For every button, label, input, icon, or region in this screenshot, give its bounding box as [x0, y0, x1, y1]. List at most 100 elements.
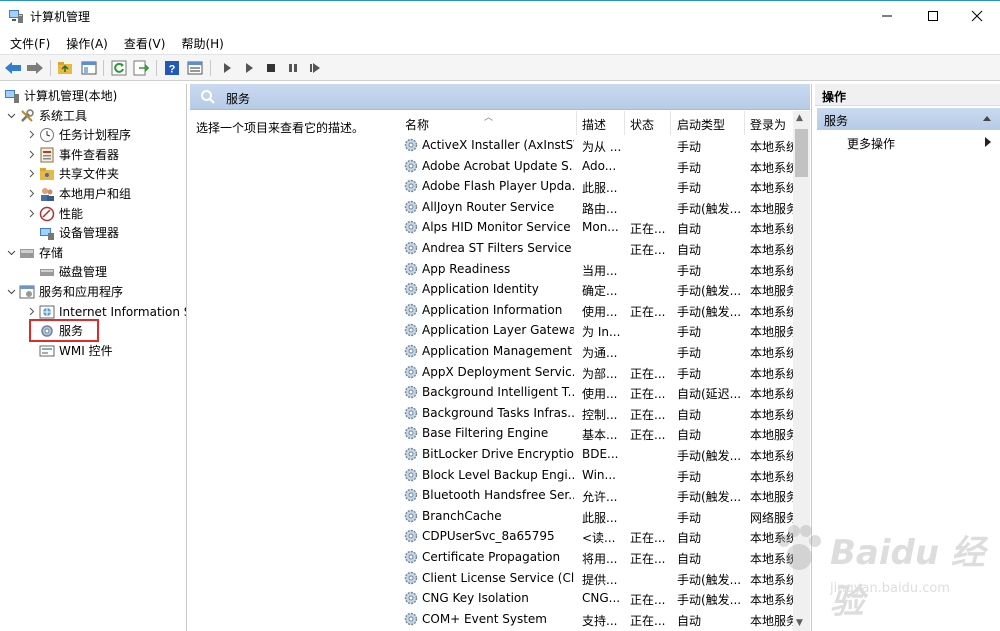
table-row[interactable]: Block Level Backup Engi... Win... 手动 本地系统 — [398, 465, 798, 486]
table-row[interactable]: Adobe Acrobat Update S... Ado... 手动 本地系统 — [398, 156, 798, 177]
minimize-button[interactable] — [864, 1, 910, 31]
scroll-up-icon[interactable]: ▲ — [796, 113, 803, 123]
table-row[interactable]: App Readiness 当用... 手动 本地系统 — [398, 259, 798, 280]
table-row[interactable]: Client License Service (Cli... 提供... 手动(触发… — [398, 568, 798, 589]
service-status: 正在... — [630, 593, 666, 608]
properties-icon[interactable] — [186, 59, 204, 77]
column-header-description[interactable]: 描述 — [582, 116, 606, 133]
tree-label-services-apps: 服务和应用程序 — [39, 285, 124, 299]
export-list-icon[interactable] — [132, 59, 150, 77]
service-logon-as: 本地服务 — [750, 490, 798, 505]
table-row[interactable]: Background Intelligent T... 使用... 正在... 自动(… — [398, 382, 798, 403]
menu-help[interactable]: 帮助(H) — [181, 32, 223, 53]
help-icon[interactable]: ? — [163, 59, 181, 77]
table-row[interactable]: COM+ Event System 支持... 正在... 自动 本地服务 — [398, 609, 798, 630]
service-name: CDPUserSvc_8a65795 — [422, 529, 555, 544]
tree-item-services-apps[interactable]: 服务和应用程序 — [6, 282, 123, 301]
table-row[interactable]: Adobe Flash Player Upda... 此服... 手动 本地系统 — [398, 176, 798, 197]
collapse-up-icon[interactable] — [982, 114, 992, 122]
tree-item-storage[interactable]: 存储 — [6, 243, 63, 262]
table-row[interactable]: BranchCache 此服... 手动 网络服务 — [398, 506, 798, 527]
scroll-down-icon[interactable]: ▼ — [796, 618, 803, 628]
column-header-logon-as[interactable]: 登录为 — [750, 116, 786, 133]
column-header-startup-type[interactable]: 启动类型 — [677, 116, 725, 133]
show-hide-tree-icon[interactable] — [80, 59, 98, 77]
table-row[interactable]: Application Identity 确定... 手动(触发... 本地服务 — [398, 279, 798, 300]
up-folder-icon[interactable] — [56, 59, 74, 77]
disk-icon — [40, 268, 54, 276]
service-startup-type: 手动 — [677, 263, 702, 278]
chevron-right-icon[interactable] — [26, 130, 36, 140]
restart-icon[interactable] — [306, 59, 324, 77]
tree-item-system-tools[interactable]: 系统工具 — [6, 106, 87, 125]
service-gear-icon — [404, 571, 418, 584]
back-arrow-icon[interactable] — [4, 59, 22, 77]
menu-view[interactable]: 查看(V) — [124, 32, 166, 53]
tree-item-root[interactable]: 计算机管理(本地) — [4, 86, 117, 105]
play-icon[interactable] — [218, 59, 236, 77]
tree-item-wmi[interactable]: WMI 控件 — [39, 341, 113, 360]
table-row[interactable]: Application Layer Gatewa... 为 In... 手动 本地服务 — [398, 320, 798, 341]
more-actions-item[interactable]: 更多操作 — [847, 135, 895, 152]
menu-file[interactable]: 文件(F) — [10, 32, 50, 53]
table-row[interactable]: AppX Deployment Servic... 为部... 正在... 手动 本地系… — [398, 362, 798, 383]
service-gear-icon — [404, 427, 418, 440]
table-row[interactable]: Bluetooth Handsfree Ser... 允许... 手动(触发... 本… — [398, 485, 798, 506]
menu-bar: 文件(F) 操作(A) 查看(V) 帮助(H) — [0, 32, 1000, 53]
service-status: 正在... — [630, 407, 666, 422]
maximize-button[interactable] — [910, 1, 956, 31]
tree-item-event-viewer[interactable]: 事件查看器 — [26, 145, 119, 164]
list-header: ︿ 名称 描述 状态 启动类型 登录为 — [398, 111, 798, 135]
column-header-name[interactable]: 名称 — [405, 116, 429, 133]
table-row[interactable]: Certificate Propagation 将用... 正在... 自动 本地系统 — [398, 547, 798, 568]
chevron-down-icon[interactable] — [6, 248, 16, 258]
table-row[interactable]: CDPUserSvc_8a65795 <读... 正在... 自动 本地系统 — [398, 526, 798, 547]
table-row[interactable]: Background Tasks Infras... 控制... 正在... 自动 本地… — [398, 403, 798, 424]
submenu-arrow-icon[interactable] — [985, 137, 991, 147]
tree-item-local-users[interactable]: 本地用户和组 — [26, 184, 131, 203]
table-row[interactable]: AllJoyn Router Service 路由... 手动(触发... 本地服务 — [398, 197, 798, 218]
service-logon-as: 本地系统 — [750, 222, 798, 237]
table-row[interactable]: Application Information 使用... 正在... 手动(触发..… — [398, 300, 798, 321]
close-button[interactable] — [954, 1, 1000, 31]
play-alt-icon[interactable] — [240, 59, 258, 77]
chevron-right-icon[interactable] — [26, 209, 36, 219]
service-gear-icon — [404, 365, 418, 378]
table-row[interactable]: Application Management 为通... 手动 本地系统 — [398, 341, 798, 362]
column-header-status[interactable]: 状态 — [630, 116, 654, 133]
chevron-right-icon[interactable] — [26, 169, 36, 179]
vertical-scrollbar[interactable]: ▲ ▼ — [793, 111, 810, 631]
service-status: 正在... — [630, 428, 666, 443]
service-logon-as: 本地系统 — [750, 449, 798, 463]
table-row[interactable]: BitLocker Drive Encryptio... BDE... 手动(触发.… — [398, 444, 798, 465]
tree-item-disk-management[interactable]: 磁盘管理 — [39, 262, 107, 281]
tree-item-task-scheduler[interactable]: 任务计划程序 — [26, 125, 131, 144]
tree-item-device-manager[interactable]: 设备管理器 — [39, 223, 119, 242]
pause-icon[interactable] — [284, 59, 302, 77]
chevron-down-icon[interactable] — [6, 287, 16, 297]
table-row[interactable]: Andrea ST Filters Service 正在... 自动 本地系统 — [398, 238, 798, 259]
table-row[interactable]: Base Filtering Engine 基本... 正在... 自动 本地服务 — [398, 423, 798, 444]
tree-item-performance[interactable]: 性能 — [26, 204, 83, 223]
table-row[interactable]: CNG Key Isolation CNG... 正在... 手动(触发... 本地系统 — [398, 588, 798, 609]
service-name: Background Intelligent T... — [422, 385, 574, 400]
service-description: Win... — [582, 467, 616, 482]
refresh-icon[interactable] — [110, 59, 128, 77]
service-gear-icon — [404, 200, 418, 213]
scrollbar-thumb[interactable] — [795, 129, 808, 177]
tree-item-shared-folders[interactable]: 共享文件夹 — [26, 164, 119, 183]
actions-section-services[interactable]: 服务 — [817, 108, 1000, 130]
chevron-down-icon[interactable] — [6, 111, 16, 121]
forward-arrow-icon[interactable] — [26, 59, 44, 77]
chevron-right-icon[interactable] — [26, 189, 36, 199]
stop-icon[interactable] — [262, 59, 280, 77]
service-logon-as: 本地系统 — [750, 304, 798, 319]
menu-action[interactable]: 操作(A) — [66, 32, 108, 53]
chevron-right-icon[interactable] — [26, 150, 36, 160]
title-bar: 计算机管理 — [0, 1, 1000, 31]
table-row[interactable]: Alps HID Monitor Service Mon... 正在... 自动 本地系… — [398, 217, 798, 238]
table-row[interactable]: ActiveX Installer (AxInstSV) 为从 ... 手动 本地系统 — [398, 135, 798, 156]
device-manager-icon — [40, 227, 54, 240]
service-logon-as: 本地系统 — [750, 593, 798, 608]
chevron-right-icon[interactable] — [26, 307, 36, 317]
